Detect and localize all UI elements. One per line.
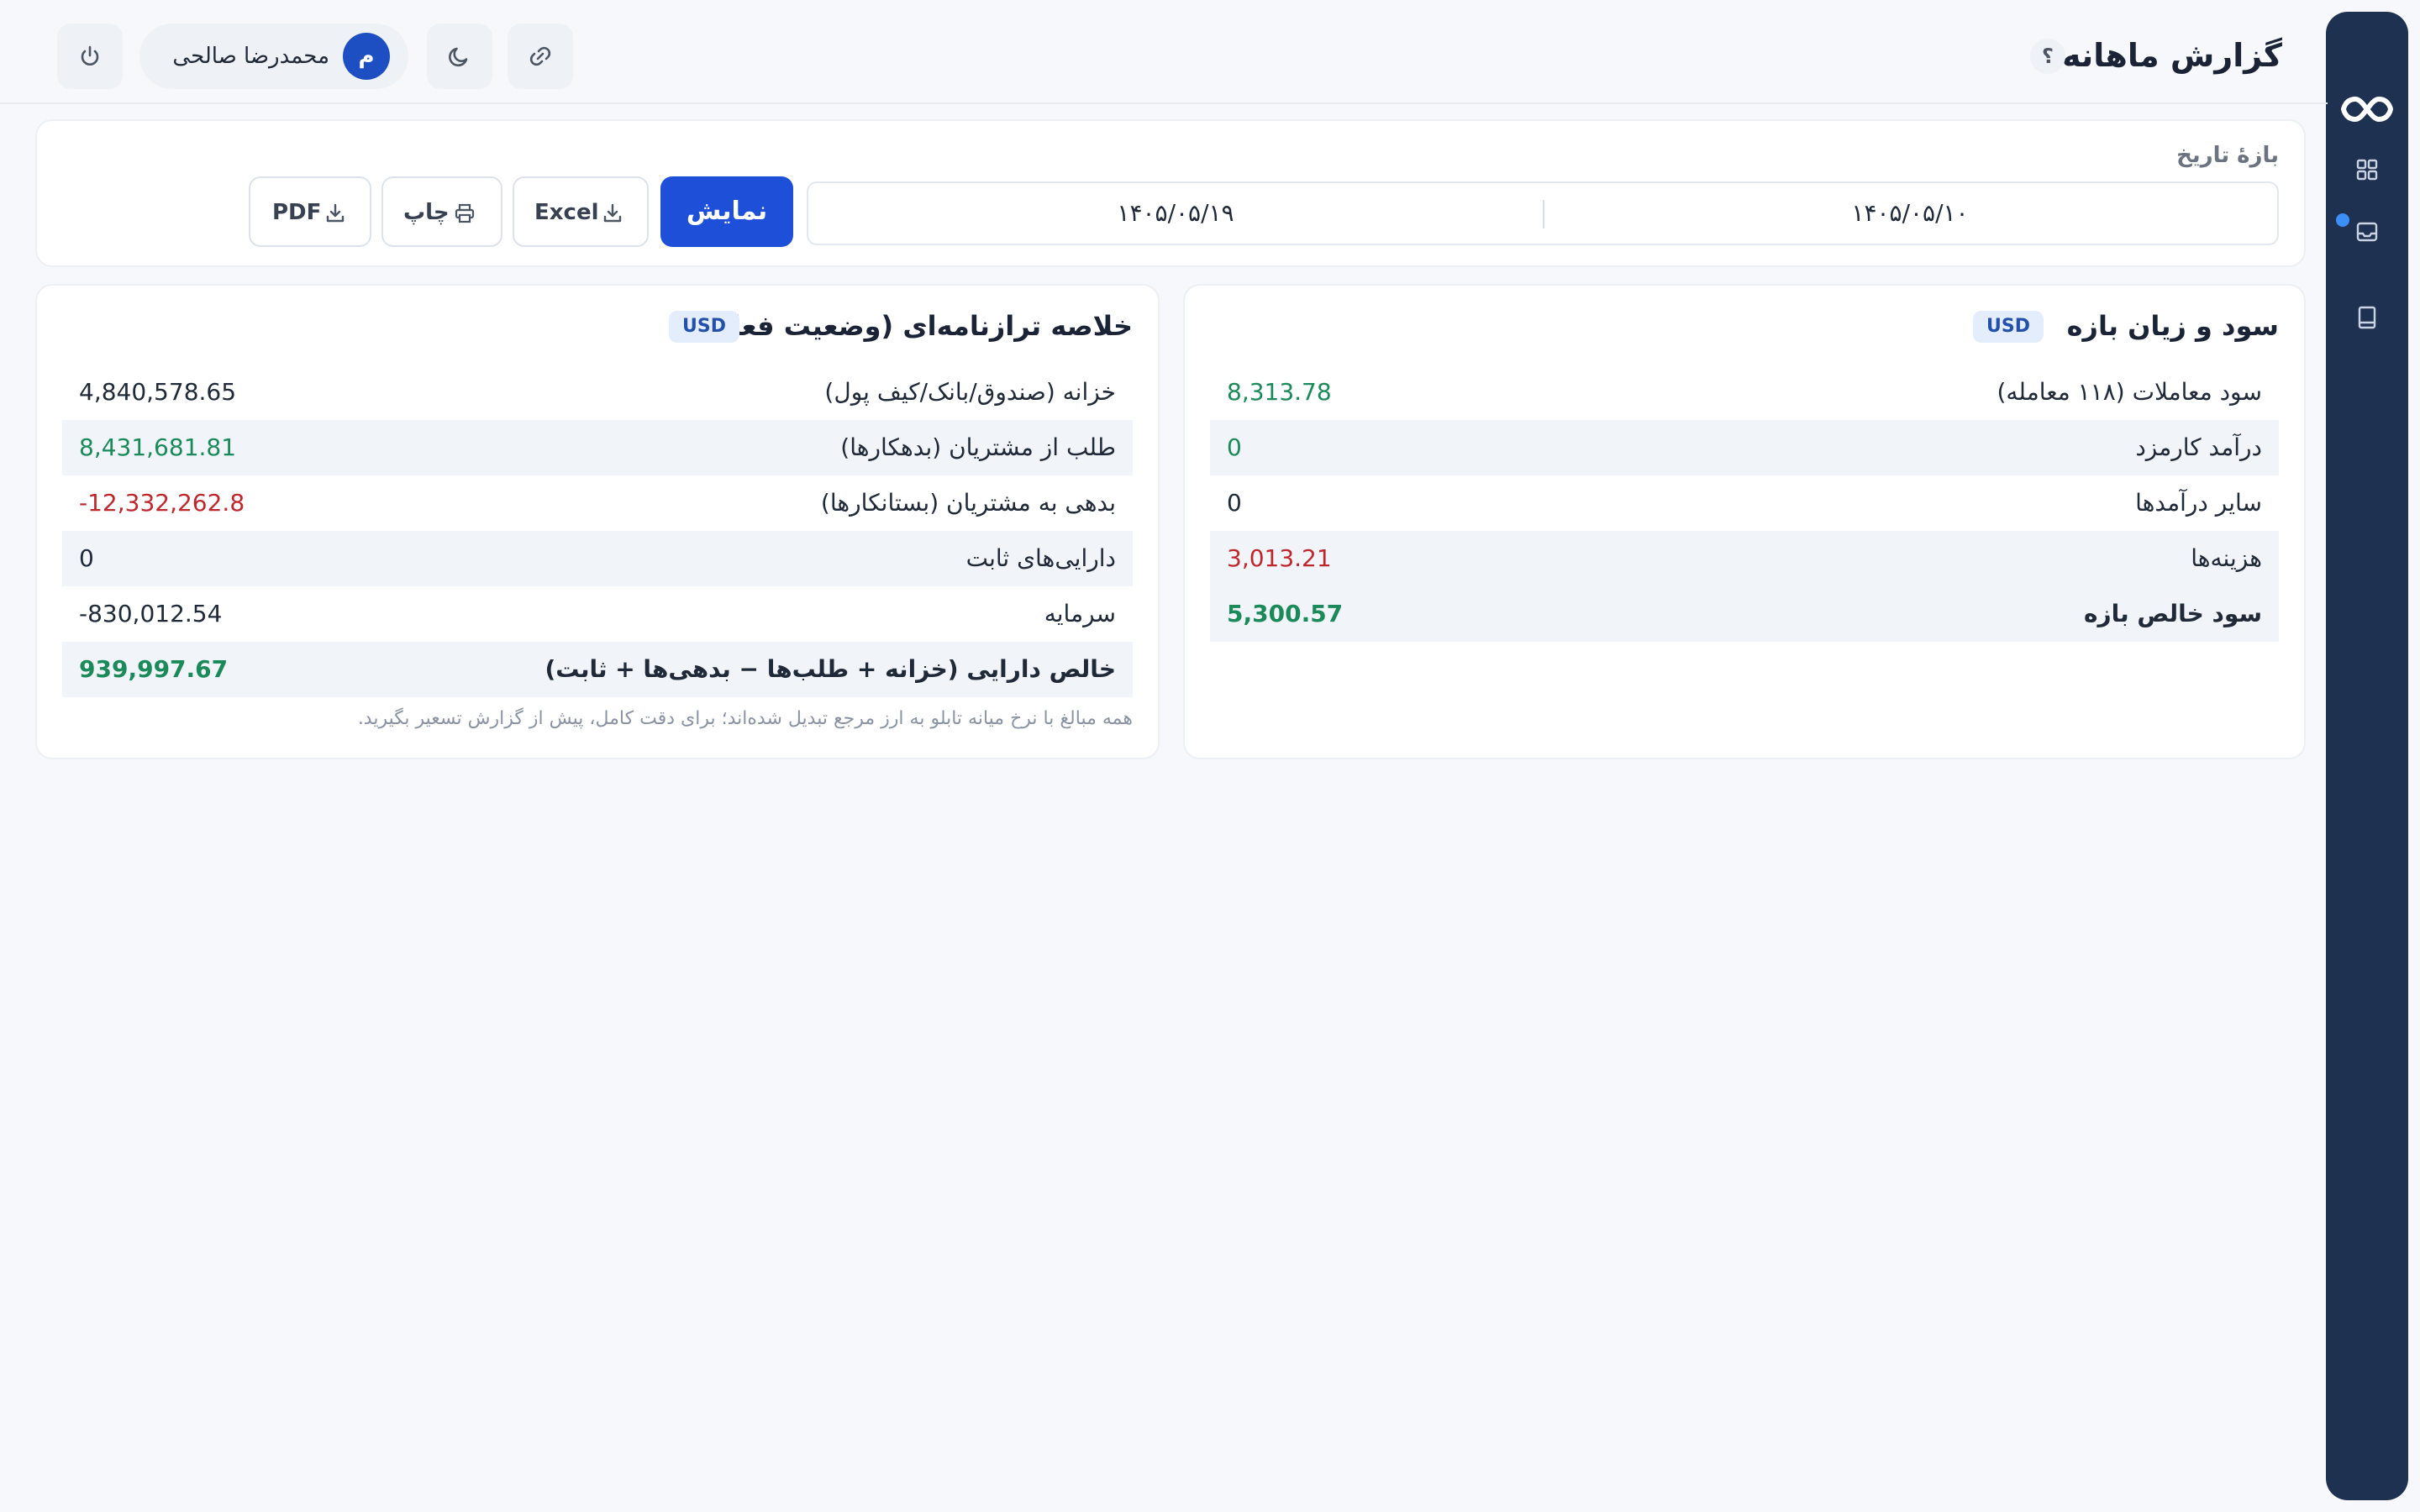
row-label: هزینه‌ها bbox=[2191, 544, 2262, 572]
pl-row-commission: درآمد کارمزد 0 bbox=[1210, 420, 2279, 475]
pl-row-net-profit: سود خالص بازه 5,300.57 bbox=[1210, 586, 2279, 642]
user-name: محمدرضا صالحی bbox=[172, 44, 329, 69]
pl-row-other-income: سایر درآمدها 0 bbox=[1210, 475, 2279, 531]
user-menu[interactable]: م محمدرضا صالحی bbox=[139, 24, 408, 89]
row-label: سایر درآمدها bbox=[2135, 489, 2262, 517]
grid-icon[interactable] bbox=[2354, 156, 2381, 183]
inbox-icon[interactable] bbox=[2354, 218, 2381, 245]
row-value: 0 bbox=[79, 544, 94, 572]
balance-sheet-title: خلاصه ترازنامه‌ای (وضعیت فعلی) bbox=[691, 310, 1133, 342]
row-value: 3,013.21 bbox=[1227, 544, 1332, 572]
copy-link-button[interactable] bbox=[508, 24, 573, 89]
row-value: 939,997.67 bbox=[79, 655, 229, 683]
print-label: چاپ bbox=[403, 200, 450, 225]
download-icon bbox=[326, 203, 345, 223]
row-value: 0 bbox=[1227, 433, 1242, 461]
date-separator bbox=[1543, 200, 1544, 228]
excel-label: Excel bbox=[534, 200, 599, 225]
pdf-label: PDF bbox=[272, 200, 322, 225]
row-value: 8,313.78 bbox=[1227, 378, 1332, 406]
power-icon bbox=[81, 45, 99, 66]
show-report-button[interactable]: نمایش bbox=[660, 176, 793, 247]
bs-row-net-assets: خالص دارایی (خزانه + طلب‌ها − بدهی‌ها + … bbox=[62, 642, 1133, 697]
help-button[interactable]: ؟ bbox=[2030, 39, 2065, 74]
filter-card: بازهٔ تاریخ ۱۴۰۵/۰۵/۱۰ ۱۴۰۵/۰۵/۱۹ نمایش … bbox=[35, 119, 2306, 267]
profit-loss-card: سود و زیان بازه USD سود معاملات (۱۱۸ معا… bbox=[1183, 284, 2306, 759]
top-header: گزارش ماهانه ؟ م محمدرضا صالحی bbox=[0, 0, 2328, 104]
export-excel-button[interactable]: Excel bbox=[513, 176, 649, 247]
page-title: گزارش ماهانه bbox=[2061, 37, 2282, 74]
printer-icon bbox=[455, 203, 475, 223]
row-label: سرمایه bbox=[1044, 600, 1116, 627]
row-label: دارایی‌های ثابت bbox=[965, 544, 1116, 572]
row-value: 8,431,681.81 bbox=[79, 433, 237, 461]
date-range-label: بازهٔ تاریخ bbox=[2176, 143, 2279, 168]
row-label: خالص دارایی (خزانه + طلب‌ها − بدهی‌ها + … bbox=[544, 655, 1117, 683]
balance-sheet-card: خلاصه ترازنامه‌ای (وضعیت فعلی) USD خزانه… bbox=[35, 284, 1160, 759]
bs-row-treasury: خزانه (صندوق/بانک/کیف پول) 4,840,578.65 bbox=[62, 365, 1133, 420]
profit-loss-title: سود و زیان بازه bbox=[2066, 310, 2279, 342]
row-value: 4,840,578.65 bbox=[79, 378, 237, 406]
row-value: 5,300.57 bbox=[1227, 600, 1344, 627]
print-button[interactable]: چاپ bbox=[381, 176, 502, 247]
row-label: سود خالص بازه bbox=[2083, 600, 2262, 627]
avatar: م bbox=[343, 33, 390, 80]
row-label: طلب از مشتریان (بدهکارها) bbox=[840, 433, 1116, 461]
row-label: بدهی به مشتریان (بستانکارها) bbox=[820, 489, 1116, 517]
currency-badge: USD bbox=[1973, 311, 2044, 343]
bs-row-receivables: طلب از مشتریان (بدهکارها) 8,431,681.81 bbox=[62, 420, 1133, 475]
book-icon[interactable] bbox=[2354, 304, 2381, 331]
bs-row-fixed-assets: دارایی‌های ثابت 0 bbox=[62, 531, 1133, 586]
link-icon bbox=[529, 46, 551, 66]
profit-loss-rows: سود معاملات (۱۱۸ معامله) 8,313.78 درآمد … bbox=[1210, 365, 2279, 642]
theme-toggle-button[interactable] bbox=[427, 24, 492, 89]
moon-icon bbox=[449, 47, 468, 67]
date-from[interactable]: ۱۴۰۵/۰۵/۱۰ bbox=[1543, 183, 2277, 244]
row-label: خزانه (صندوق/بانک/کیف پول) bbox=[824, 378, 1116, 406]
row-value: 0 bbox=[1227, 489, 1242, 517]
bs-row-payables: بدهی به مشتریان (بستانکارها) -12,332,262… bbox=[62, 475, 1133, 531]
pl-row-trades: سود معاملات (۱۱۸ معامله) 8,313.78 bbox=[1210, 365, 2279, 420]
bs-row-capital: سرمایه -830,012.54 bbox=[62, 586, 1133, 642]
sidebar bbox=[2326, 12, 2408, 1500]
infinity-logo-icon[interactable] bbox=[2340, 92, 2394, 126]
currency-badge: USD bbox=[669, 311, 739, 343]
pl-row-expenses: هزینه‌ها 3,013.21 bbox=[1210, 531, 2279, 586]
logout-button[interactable] bbox=[57, 24, 123, 89]
balance-sheet-rows: خزانه (صندوق/بانک/کیف پول) 4,840,578.65 … bbox=[62, 365, 1133, 697]
row-label: سود معاملات (۱۱۸ معامله) bbox=[1996, 378, 2263, 406]
date-to[interactable]: ۱۴۰۵/۰۵/۱۹ bbox=[808, 183, 1543, 244]
row-label: درآمد کارمزد bbox=[2135, 433, 2262, 461]
date-range-input[interactable]: ۱۴۰۵/۰۵/۱۰ ۱۴۰۵/۰۵/۱۹ bbox=[807, 181, 2279, 245]
export-pdf-button[interactable]: PDF bbox=[249, 176, 371, 247]
row-value: -830,012.54 bbox=[79, 600, 223, 627]
active-indicator bbox=[2336, 213, 2349, 227]
row-value: -12,332,262.8 bbox=[79, 489, 245, 517]
conversion-footnote: همه مبالغ با نرخ میانه تابلو به ارز مرجع… bbox=[357, 708, 1133, 729]
download-icon bbox=[603, 203, 622, 223]
